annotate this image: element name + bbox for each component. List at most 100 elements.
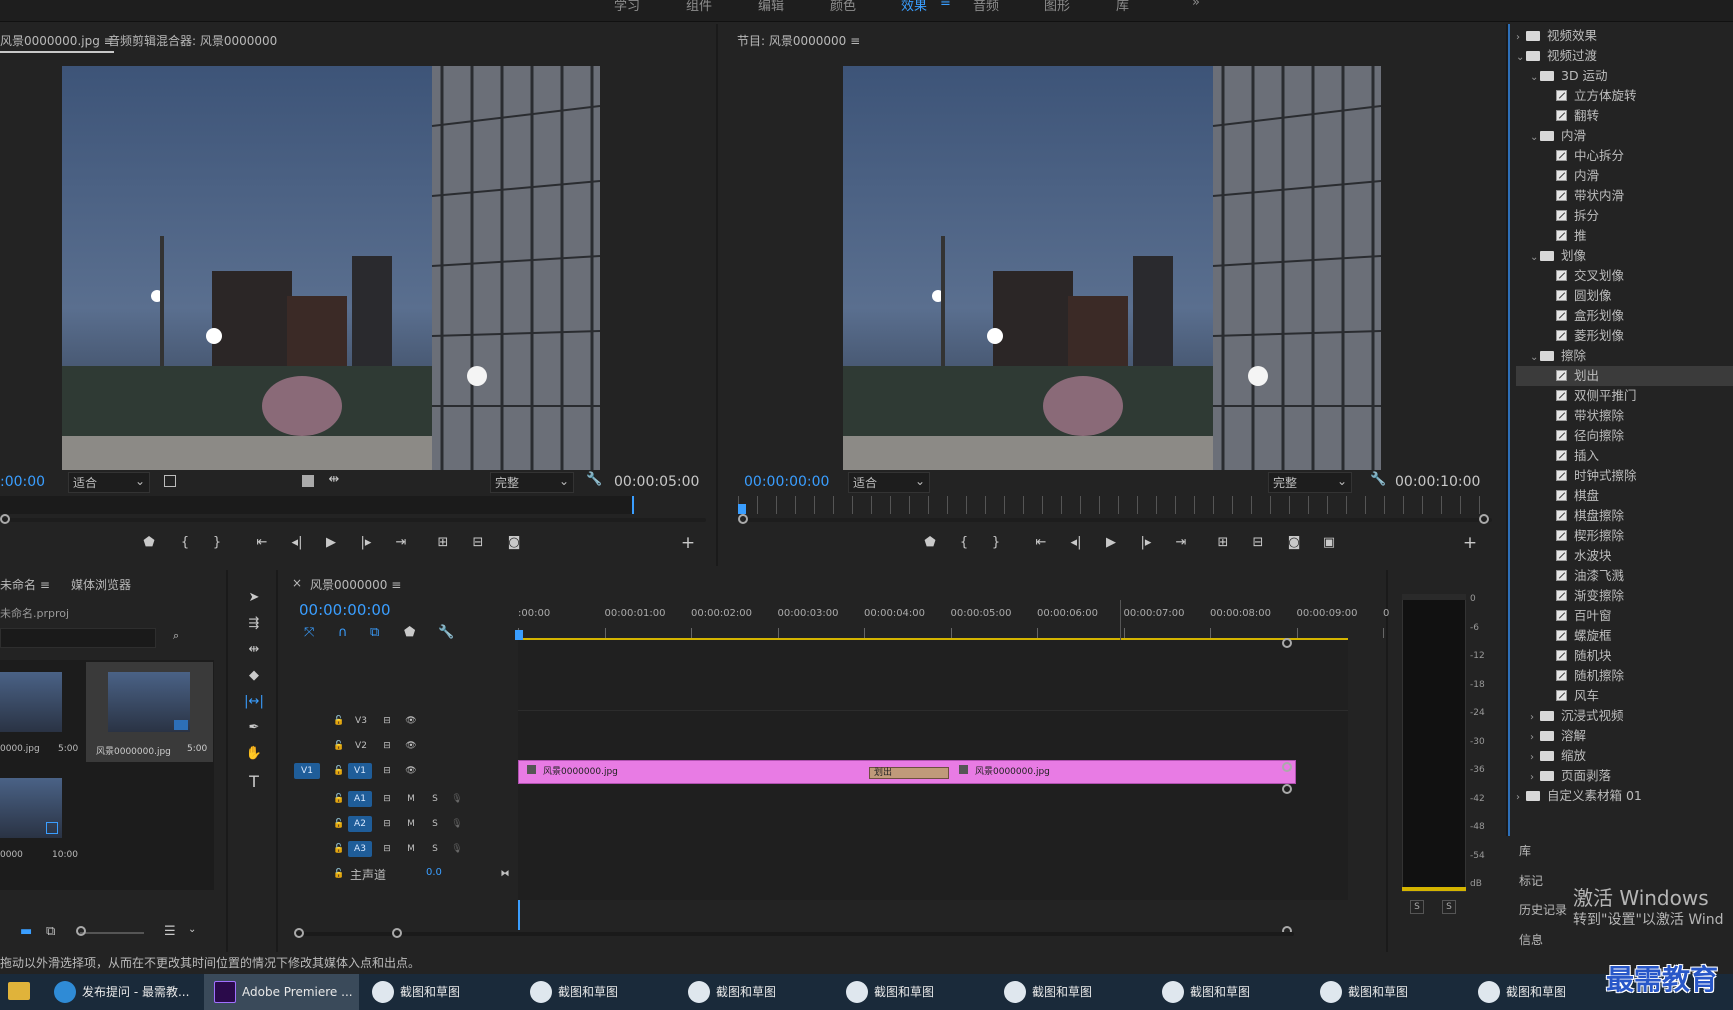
project-tab[interactable]: 未命名 ≡ — [0, 576, 50, 593]
source-settings-icon[interactable]: 🔧 — [586, 472, 602, 487]
export-frame-icon[interactable]: ◙ — [1285, 535, 1303, 550]
zoom-slider-handle[interactable] — [76, 926, 86, 936]
source-patch-v1[interactable]: V1 — [294, 763, 320, 779]
taskbar-snip[interactable]: 截图和草图 — [1162, 974, 1250, 1010]
add-marker-icon[interactable]: ⬟ — [404, 625, 415, 640]
effects-folder[interactable]: › 缩放 — [1516, 746, 1733, 766]
effects-folder[interactable]: ⌄ 划像 — [1516, 246, 1733, 266]
track-label[interactable]: V2 — [352, 738, 370, 754]
lock-icon[interactable]: 🔓 — [330, 841, 348, 857]
go-to-in-icon[interactable]: ⇤ — [254, 535, 270, 550]
program-zoom-handle-left[interactable] — [738, 514, 748, 524]
mute-button[interactable]: M — [402, 841, 420, 857]
taskbar-snip[interactable]: 截图和草图 — [1004, 974, 1092, 1010]
chevron-right-icon[interactable]: › — [1516, 28, 1526, 48]
sort-dropdown-icon[interactable]: ⌄ — [188, 924, 196, 935]
ws-color[interactable]: 颜色 — [830, 0, 856, 14]
insert-icon[interactable]: ⊞ — [434, 535, 452, 550]
effect-item[interactable]: 带状内滑 — [1516, 186, 1733, 206]
eye-icon[interactable]: 👁 — [402, 713, 420, 729]
effects-folder[interactable]: ⌄ 视频过渡 — [1516, 46, 1733, 66]
effect-item[interactable]: 中心拆分 — [1516, 146, 1733, 166]
lock-icon[interactable]: 🔓 — [330, 763, 348, 779]
freeform-view-icon[interactable]: ⧉ — [46, 924, 55, 939]
lock-icon[interactable]: 🔓 — [330, 713, 348, 729]
zoom-handle-left[interactable] — [294, 928, 304, 938]
timeline-settings-icon[interactable]: 🔧 — [438, 625, 454, 640]
solo-button[interactable]: S — [426, 816, 444, 832]
export-frame-small-icon[interactable] — [302, 475, 314, 487]
track-target-a3[interactable]: A3 — [348, 841, 372, 857]
linked-selection-icon[interactable]: ⧉ — [370, 625, 379, 640]
snap-icon[interactable]: ∩ — [338, 625, 348, 640]
source-fit-select[interactable]: 适合 ⌄ — [68, 472, 150, 493]
lock-icon[interactable]: 🔓 — [330, 866, 348, 882]
project-item[interactable]: 0000 10:00 — [0, 768, 83, 868]
mark-out-icon[interactable]: } — [989, 535, 1003, 550]
mark-out-icon[interactable]: } — [210, 535, 224, 550]
program-fit-select[interactable]: 适合 ⌄ — [848, 472, 930, 493]
razor-tool-icon[interactable]: ◆ — [244, 668, 264, 683]
step-back-icon[interactable]: ◂| — [1068, 535, 1084, 550]
timeline-close-icon[interactable]: × — [292, 576, 302, 590]
track-scroll-handle[interactable] — [1282, 784, 1292, 794]
lock-icon[interactable]: 🔓 — [330, 738, 348, 754]
markers-tab[interactable]: 标记 — [1519, 872, 1543, 889]
track-scroll-handle[interactable] — [1282, 762, 1292, 772]
icon-view-icon[interactable]: ▬ — [20, 924, 32, 939]
play-icon[interactable]: ▶ — [1103, 535, 1119, 550]
playhead-handle[interactable] — [515, 630, 523, 640]
chevron-down-icon[interactable]: ⌄ — [1530, 128, 1540, 148]
timeline-scrollbar[interactable] — [294, 932, 1294, 936]
source-tab[interactable]: 风景0000000.jpg ≡ — [0, 32, 114, 53]
taskbar-snip[interactable]: 截图和草图 — [846, 974, 934, 1010]
project-item-selected[interactable]: 风景0000000.jpg 5:00 — [86, 662, 213, 762]
effect-item[interactable]: 推 — [1516, 226, 1733, 246]
effect-item[interactable]: 立方体旋转 — [1516, 86, 1733, 106]
ws-libraries[interactable]: 库 — [1116, 0, 1129, 14]
ws-graphics[interactable]: 图形 — [1044, 0, 1070, 14]
slip-tool-icon[interactable]: |↔| — [244, 694, 264, 709]
sync-lock-icon[interactable]: ⊟ — [378, 816, 396, 832]
track-target-a1[interactable]: A1 — [348, 791, 372, 807]
taskbar-snip[interactable]: 截图和草图 — [1320, 974, 1408, 1010]
timeline-ruler[interactable]: :00:00 00:00:01:00 00:00:02:00 00:00:03:00 0… — [518, 608, 1389, 638]
nest-icon[interactable]: ⤧ — [304, 625, 314, 640]
sync-lock-icon[interactable]: ⊟ — [378, 791, 396, 807]
compare-view-icon[interactable]: ▣ — [1320, 535, 1338, 550]
project-search-input[interactable] — [0, 628, 156, 648]
button-editor-icon[interactable]: + — [680, 533, 696, 553]
effect-item[interactable]: 时钟式擦除 — [1516, 466, 1733, 486]
go-to-out-icon[interactable]: ⇥ — [393, 535, 409, 550]
effect-item[interactable]: 拆分 — [1516, 206, 1733, 226]
taskbar-snip[interactable]: 截图和草图 — [1478, 974, 1566, 1010]
info-tab[interactable]: 信息 — [1519, 931, 1543, 948]
overwrite-icon[interactable]: ⊟ — [469, 535, 487, 550]
play-icon[interactable]: ▶ — [323, 535, 339, 550]
effect-item[interactable]: 径向擦除 — [1516, 426, 1733, 446]
mark-in-icon[interactable]: { — [178, 535, 192, 550]
selection-tool-icon[interactable]: ➤ — [244, 590, 264, 605]
audio-mixer-tab[interactable]: 音频剪辑混合器: 风景0000000 — [108, 32, 277, 49]
source-playhead[interactable] — [632, 496, 634, 514]
source-zoom-bar[interactable] — [2, 518, 706, 522]
zoom-slider[interactable] — [80, 932, 144, 934]
effect-item[interactable]: 圆划像 — [1516, 286, 1733, 306]
solo-right-button[interactable]: S — [1442, 900, 1456, 914]
mic-icon[interactable]: 🎙 — [448, 816, 466, 832]
chevron-right-icon[interactable]: › — [1516, 788, 1526, 808]
clip2-name[interactable]: 风景0000000.jpg — [975, 764, 1050, 777]
chevron-right-icon[interactable]: › — [1530, 748, 1540, 768]
sync-lock-icon[interactable]: ⊟ — [378, 763, 396, 779]
effect-item[interactable]: 随机擦除 — [1516, 666, 1733, 686]
effect-item[interactable]: 棋盘擦除 — [1516, 506, 1733, 526]
effect-item[interactable]: 水波块 — [1516, 546, 1733, 566]
eye-icon[interactable]: 👁 — [402, 763, 420, 779]
track-select-tool-icon[interactable]: ⇶ — [244, 616, 264, 631]
effect-item[interactable]: 渐变擦除 — [1516, 586, 1733, 606]
effects-folder[interactable]: ⌄ 3D 运动 — [1516, 66, 1733, 86]
drag-video-icon[interactable]: ⇹ — [326, 472, 342, 487]
track-label[interactable]: V3 — [352, 713, 370, 729]
track-target-v1[interactable]: V1 — [348, 763, 372, 779]
button-editor-icon[interactable]: + — [1462, 533, 1478, 553]
